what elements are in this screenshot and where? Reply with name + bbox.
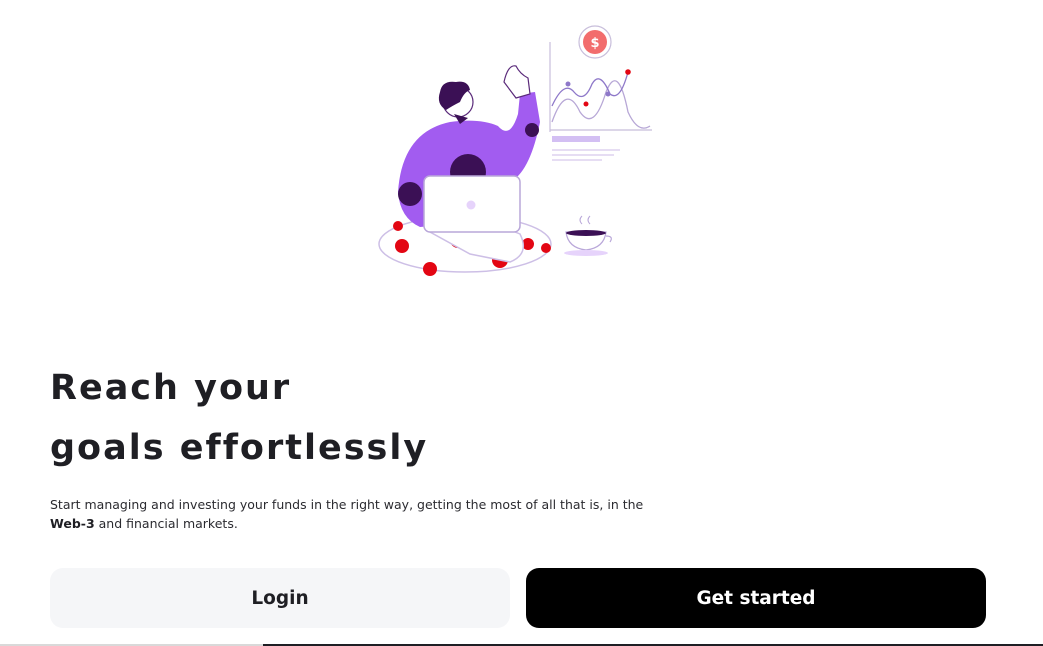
headline-line-1: Reach your: [50, 368, 292, 408]
login-button[interactable]: Login: [50, 568, 510, 628]
svg-text:$: $: [590, 36, 599, 51]
subtitle-text-end: and financial markets.: [98, 516, 238, 531]
get-started-button[interactable]: Get started: [526, 568, 986, 628]
headline-line-2: goals effortlessly: [50, 428, 429, 468]
subtitle: Start managing and investing your funds …: [50, 495, 670, 533]
web3-highlight: Web-3: [50, 516, 95, 531]
subtitle-text: Start managing and investing your funds …: [50, 497, 644, 512]
hero-illustration: $: [370, 22, 670, 284]
page-title: Reach your goals effortlessly: [50, 358, 428, 478]
person-with-laptop-and-chart-icon: $: [378, 25, 652, 276]
